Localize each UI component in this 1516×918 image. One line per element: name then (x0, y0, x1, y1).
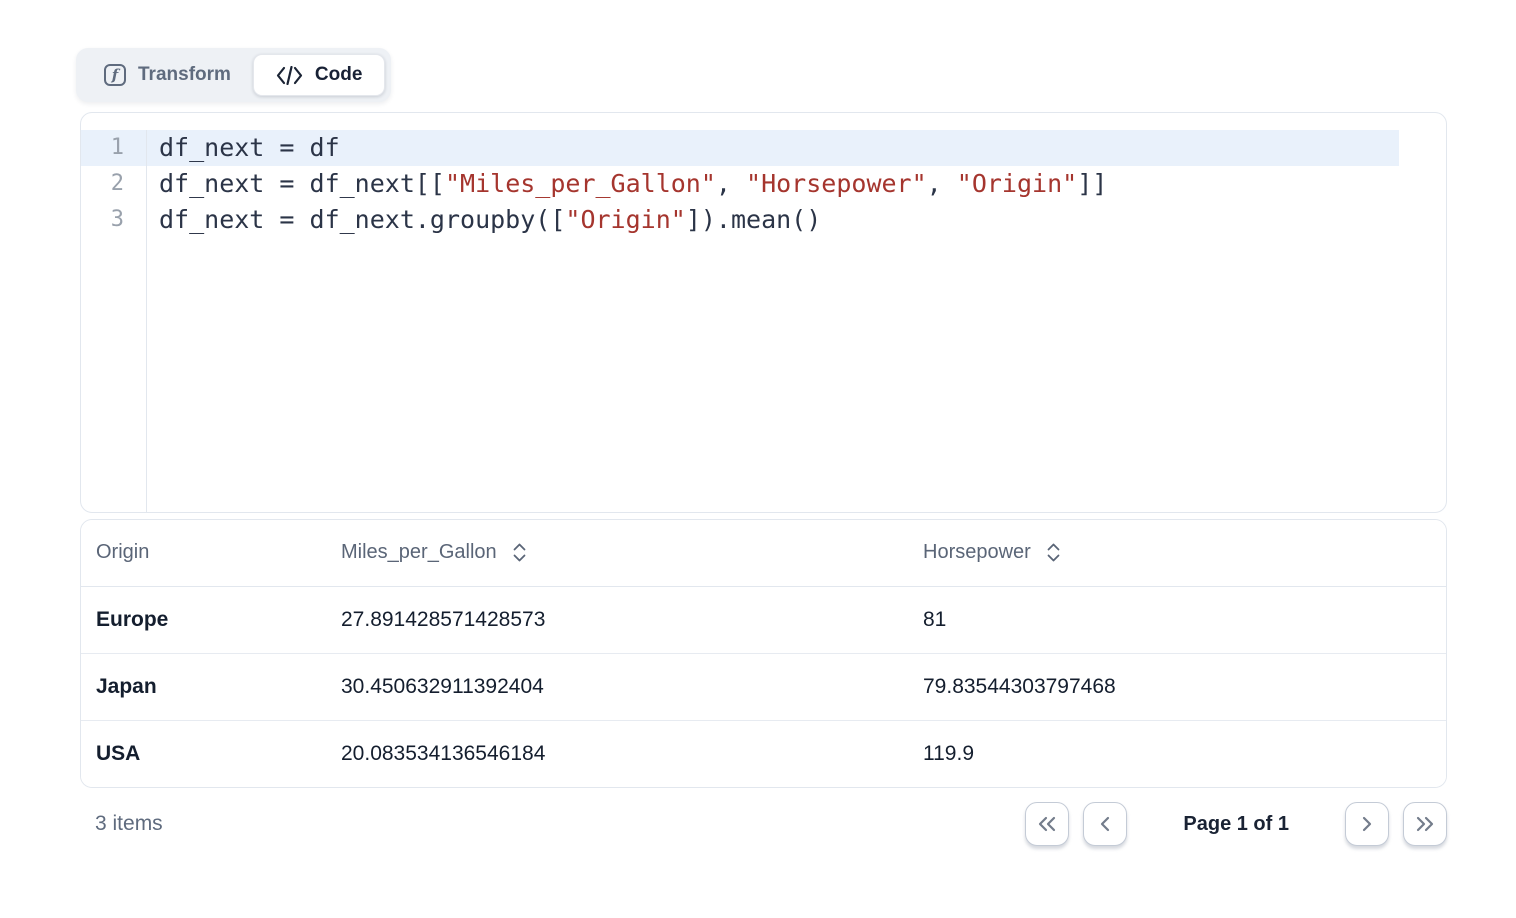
editor-right-gutter (1399, 130, 1446, 166)
table-row: USA 20.083534136546184 119.9 (81, 720, 1446, 787)
cell-origin: Europe (81, 586, 326, 653)
chevron-double-right-icon (1414, 814, 1436, 834)
code-text: df_next = df (159, 133, 340, 162)
cell-miles-per-gallon: 27.891428571428573 (326, 586, 908, 653)
code-icon (276, 66, 303, 85)
cell-origin: Japan (81, 653, 326, 720)
function-icon: f (104, 64, 126, 86)
cell-horsepower: 119.9 (908, 720, 1446, 787)
editor-right-gutter (1399, 202, 1446, 238)
table-footer: 3 items Page 1 of 1 (80, 802, 1447, 846)
editor-right-gutter (1399, 166, 1446, 202)
chevron-left-icon (1095, 814, 1115, 834)
editor-empty-area[interactable] (81, 238, 1446, 512)
table-row: Europe 27.891428571428573 81 (81, 586, 1446, 653)
code-editor[interactable]: 1 df_next = df 2 df_next = df_next[["Mil… (80, 112, 1447, 513)
column-header-origin: Origin (81, 520, 326, 586)
code-line[interactable]: 3 df_next = df_next.groupby(["Origin"]).… (81, 202, 1446, 238)
line-number: 3 (81, 202, 147, 238)
pagination: Page 1 of 1 (1025, 802, 1447, 846)
line-number: 2 (81, 166, 147, 202)
cell-miles-per-gallon: 20.083534136546184 (326, 720, 908, 787)
last-page-button[interactable] (1403, 802, 1447, 846)
view-mode-segmented-control: f Transform Code (76, 48, 391, 102)
next-page-button[interactable] (1345, 802, 1389, 846)
cell-origin: USA (81, 720, 326, 787)
first-page-button[interactable] (1025, 802, 1069, 846)
chevron-right-icon (1357, 814, 1377, 834)
tab-transform-label: Transform (138, 64, 231, 86)
sort-icon[interactable] (512, 542, 527, 563)
chevron-double-left-icon (1036, 814, 1058, 834)
line-number: 1 (81, 130, 147, 166)
table-header-row: Origin Miles_per_Gallon (81, 520, 1446, 586)
page-indicator: Page 1 of 1 (1183, 813, 1289, 836)
code-line[interactable]: 1 df_next = df (81, 130, 1446, 166)
result-table: Origin Miles_per_Gallon (80, 519, 1447, 788)
items-count: 3 items (80, 812, 163, 836)
sort-icon[interactable] (1046, 542, 1061, 563)
tab-code[interactable]: Code (253, 54, 386, 96)
cell-horsepower: 81 (908, 586, 1446, 653)
code-text: df_next = df_next[["Miles_per_Gallon", "… (147, 166, 1399, 202)
prev-page-button[interactable] (1083, 802, 1127, 846)
tab-code-label: Code (315, 64, 363, 86)
table-row: Japan 30.450632911392404 79.835443037974… (81, 653, 1446, 720)
tab-transform[interactable]: f Transform (82, 55, 253, 95)
column-header-horsepower[interactable]: Horsepower (908, 520, 1446, 586)
cell-horsepower: 79.83544303797468 (908, 653, 1446, 720)
code-line[interactable]: 2 df_next = df_next[["Miles_per_Gallon",… (81, 166, 1446, 202)
cell-miles-per-gallon: 30.450632911392404 (326, 653, 908, 720)
code-text: df_next = df_next.groupby(["Origin"]).me… (147, 202, 1399, 238)
column-header-miles-per-gallon[interactable]: Miles_per_Gallon (326, 520, 908, 586)
